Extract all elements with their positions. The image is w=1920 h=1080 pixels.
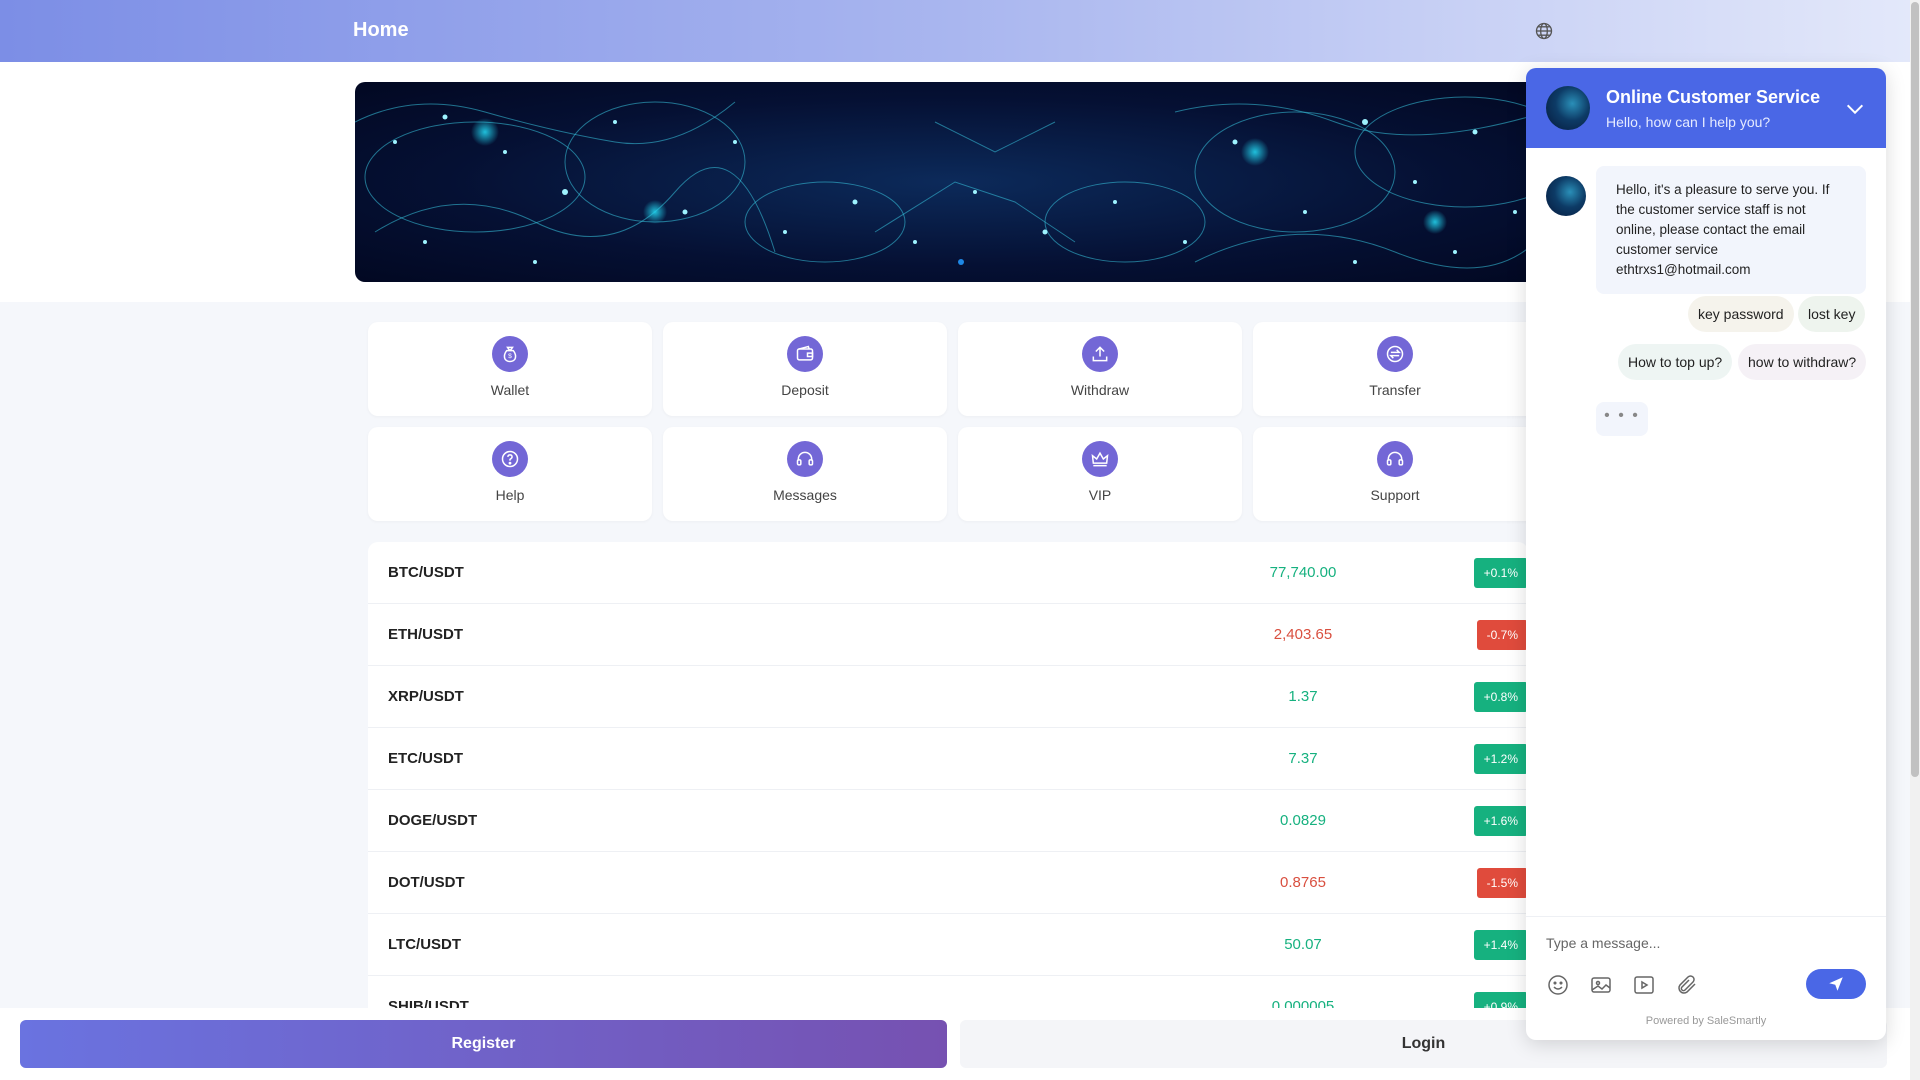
money-bag-icon: $ <box>492 336 528 372</box>
change-badge: +1.2% <box>1473 744 1528 774</box>
pair-name: DOGE/USDT <box>388 812 478 829</box>
pair-price: 7.37 <box>1288 750 1318 767</box>
market-row-ltc[interactable]: LTC/USDT 50.07 +1.4% <box>368 914 1528 976</box>
pair-name: ETH/USDT <box>388 626 463 643</box>
quick-reply-lost-key[interactable]: lost key <box>1798 296 1866 332</box>
pair-name: ETC/USDT <box>388 750 463 767</box>
chat-subtitle: Hello, how can I help you? <box>1606 114 1771 130</box>
headset-icon <box>787 441 823 477</box>
attachment-icon[interactable] <box>1675 973 1699 997</box>
pair-name: LTC/USDT <box>388 936 462 953</box>
wallet-icon <box>787 336 823 372</box>
quick-reply-key-password[interactable]: key password <box>1688 296 1794 332</box>
globe-icon[interactable] <box>1534 21 1554 41</box>
vip-button[interactable]: VIP <box>958 427 1242 521</box>
change-badge: +1.4% <box>1473 930 1528 960</box>
support-button[interactable]: Support <box>1253 427 1537 521</box>
pair-price: 0.8765 <box>1280 874 1326 891</box>
help-button[interactable]: Help <box>368 427 652 521</box>
message-input[interactable] <box>1546 931 1866 955</box>
deposit-label: Deposit <box>781 382 829 398</box>
agent-avatar <box>1546 86 1590 130</box>
market-list: BTC/USDT 77,740.00 +0.1% ETH/USDT 2,403.… <box>368 542 1528 1012</box>
quick-reply-withdraw[interactable]: how to withdraw? <box>1738 344 1867 380</box>
market-row-eth[interactable]: ETH/USDT 2,403.65 -0.7% <box>368 604 1528 666</box>
market-row-doge[interactable]: DOGE/USDT 0.0829 +1.6% <box>368 790 1528 852</box>
transfer-label: Transfer <box>1369 382 1421 398</box>
pair-price: 1.37 <box>1288 688 1318 705</box>
messages-label: Messages <box>773 487 837 503</box>
pair-price: 0.0829 <box>1280 812 1326 829</box>
top-header: Home <box>0 0 1910 62</box>
send-icon <box>1829 977 1843 991</box>
video-icon[interactable] <box>1632 973 1656 997</box>
page-scrollbar[interactable] <box>1910 0 1920 1080</box>
pair-name: XRP/USDT <box>388 688 464 705</box>
market-row-shib[interactable]: SHIB/USDT 0.000005 +0.9% <box>368 976 1528 1012</box>
change-badge: +0.1% <box>1473 558 1528 588</box>
pair-name: DOT/USDT <box>388 874 465 891</box>
support-label: Support <box>1370 487 1420 503</box>
change-badge: -0.7% <box>1476 620 1528 650</box>
chat-title: Online Customer Service <box>1606 87 1821 107</box>
transfer-button[interactable]: Transfer <box>1253 322 1537 416</box>
messages-button[interactable]: Messages <box>663 427 947 521</box>
vip-label: VIP <box>1088 487 1112 503</box>
withdraw-button[interactable]: Withdraw <box>958 322 1242 416</box>
pair-price: 77,740.00 <box>1269 564 1337 581</box>
emoji-icon[interactable] <box>1546 973 1570 997</box>
typing-indicator: • • • <box>1596 402 1648 436</box>
market-row-etc[interactable]: ETC/USDT 7.37 +1.2% <box>368 728 1528 790</box>
page-title: Home <box>353 19 409 41</box>
change-badge: +0.8% <box>1473 682 1528 712</box>
agent-avatar <box>1546 176 1586 216</box>
market-row-btc[interactable]: BTC/USDT 77,740.00 +0.1% <box>368 542 1528 604</box>
pair-price: 2,403.65 <box>1273 626 1333 643</box>
scrollbar-thumb[interactable] <box>1911 2 1919 777</box>
change-badge: +1.6% <box>1473 806 1528 836</box>
pair-price: 50.07 <box>1284 936 1322 953</box>
promo-banner[interactable] <box>355 82 1545 282</box>
question-icon <box>492 441 528 477</box>
chat-header: Online Customer Service Hello, how can I… <box>1526 68 1886 148</box>
change-badge: -1.5% <box>1476 868 1528 898</box>
wallet-label: Wallet <box>490 382 530 398</box>
transfer-icon <box>1377 336 1413 372</box>
agent-message: Hello, it's a pleasure to serve you. If … <box>1596 166 1866 294</box>
headset-icon <box>1377 441 1413 477</box>
chat-composer: Powered by SaleSmartly <box>1526 916 1886 1040</box>
powered-by: Powered by SaleSmartly <box>1645 1015 1767 1027</box>
quick-reply-top-up[interactable]: How to top up? <box>1618 344 1733 380</box>
help-label: Help <box>495 487 525 503</box>
upload-icon <box>1082 336 1118 372</box>
chevron-down-icon[interactable] <box>1844 98 1866 120</box>
register-button[interactable]: Register <box>20 1020 947 1068</box>
wallet-button[interactable]: $ Wallet <box>368 322 652 416</box>
pair-name: BTC/USDT <box>388 564 464 581</box>
image-icon[interactable] <box>1589 973 1613 997</box>
withdraw-label: Withdraw <box>1070 382 1130 398</box>
blockchain-network-image <box>355 96 1545 269</box>
svg-text:$: $ <box>508 353 512 360</box>
chat-widget: Online Customer Service Hello, how can I… <box>1526 68 1886 1040</box>
deposit-button[interactable]: Deposit <box>663 322 947 416</box>
market-row-dot[interactable]: DOT/USDT 0.8765 -1.5% <box>368 852 1528 914</box>
crown-icon <box>1082 441 1118 477</box>
market-row-xrp[interactable]: XRP/USDT 1.37 +0.8% <box>368 666 1528 728</box>
send-button[interactable] <box>1806 969 1866 999</box>
